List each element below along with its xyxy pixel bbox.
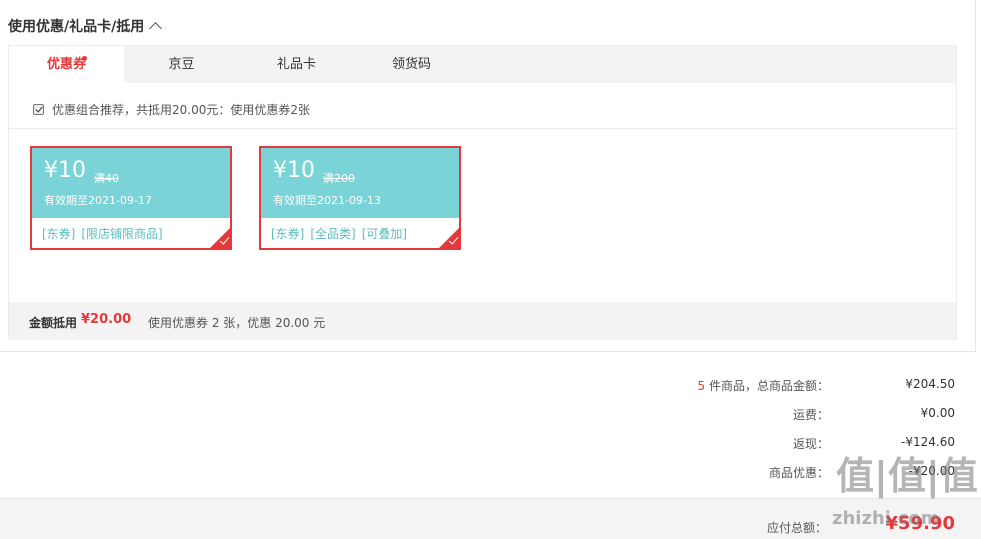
tab-gift-card[interactable]: 礼品卡	[239, 46, 354, 83]
summary-description: 使用优惠券 2 张，优惠 20.00 元	[148, 316, 326, 330]
cashback-amount: -¥124.60	[901, 435, 955, 449]
combo-text: 优惠组合推荐，共抵用20.00元：使用优惠券2张	[52, 103, 310, 117]
watermark-logo: 值|值|值 zhizhi.com	[832, 454, 978, 529]
tab-label: 领货码	[391, 57, 431, 72]
coupon-amount: ¥10	[273, 158, 315, 183]
tab-bar: 优惠券 京豆 礼品卡 领货码	[9, 46, 956, 83]
checkout-page: 使用优惠/礼品卡/抵用 优惠券 京豆 礼品卡 领货码 优惠组合推荐，共抵用20.…	[0, 0, 981, 539]
coupon-header: ¥10 满40 有效期至2021-09-17	[32, 148, 230, 218]
divider	[9, 128, 956, 129]
coupon-tag: [东券]	[42, 227, 76, 241]
section-title: 使用优惠/礼品卡/抵用	[8, 19, 145, 35]
items-amount: ¥204.50	[905, 377, 955, 391]
coupon-tag: [东券]	[271, 227, 305, 241]
coupon-card[interactable]: ¥10 满200 有效期至2021-09-13 [东券] [全品类] [可叠加]	[259, 146, 461, 250]
total-items-row: 5 件商品，总商品金额： ¥204.50	[555, 377, 955, 393]
summary-value: ¥20.00	[81, 312, 132, 327]
coupon-condition: 满40	[94, 172, 119, 185]
notification-dot-icon	[82, 56, 87, 61]
shipping-row: 运费： ¥0.00	[555, 406, 955, 422]
coupon-tag: [可叠加]	[361, 227, 408, 241]
coupon-panel: 优惠券 京豆 礼品卡 领货码 优惠组合推荐，共抵用20.00元：使用优惠券2张	[8, 45, 957, 340]
chevron-up-icon[interactable]	[149, 22, 163, 35]
coupon-amount: ¥10	[44, 158, 86, 183]
shipping-label: 运费：	[792, 408, 829, 422]
cashback-label: 返现：	[792, 437, 829, 451]
shipping-amount: ¥0.00	[920, 406, 955, 420]
coupon-tags: [东券] [限店铺限商品]	[42, 225, 169, 242]
items-label: 5 件商品，总商品金额：	[698, 377, 829, 394]
coupon-expiry: 有效期至2021-09-17	[44, 194, 152, 207]
coupon-header: ¥10 满200 有效期至2021-09-13	[261, 148, 459, 218]
coupon-tags: [东券] [全品类] [可叠加]	[271, 225, 413, 242]
watermark-text: zhizhi.com	[832, 508, 940, 529]
watermark-mark: 值|值|值	[836, 454, 978, 498]
item-count: 5	[697, 379, 706, 393]
coupon-section: 使用优惠/礼品卡/抵用 优惠券 京豆 礼品卡 领货码 优惠组合推荐，共抵用20.…	[0, 0, 976, 352]
discount-summary: 金额抵用 ¥20.00 使用优惠券 2 张，优惠 20.00 元	[9, 302, 956, 340]
tab-label: 优惠券	[46, 57, 86, 72]
tab-jingdou[interactable]: 京豆	[124, 46, 239, 83]
coupon-expiry: 有效期至2021-09-13	[273, 194, 381, 207]
tab-label: 京豆	[168, 57, 195, 72]
coupon-condition: 满200	[323, 172, 355, 185]
tab-coupons[interactable]: 优惠券	[9, 46, 124, 83]
combo-recommendation[interactable]: 优惠组合推荐，共抵用20.00元：使用优惠券2张	[33, 101, 310, 118]
payable-label: 应付总额：	[766, 521, 827, 535]
coupon-tag: [全品类]	[310, 227, 356, 241]
coupon-tag: [限店铺限商品]	[81, 227, 163, 241]
discount-label: 商品优惠：	[768, 466, 829, 480]
coupon-card[interactable]: ¥10 满40 有效期至2021-09-17 [东券] [限店铺限商品]	[30, 146, 232, 250]
summary-label: 金额抵用	[29, 316, 78, 330]
section-header[interactable]: 使用优惠/礼品卡/抵用	[8, 16, 163, 36]
checkbox-checked-icon[interactable]	[33, 104, 44, 115]
tab-label: 礼品卡	[276, 57, 316, 72]
cashback-row: 返现： -¥124.60	[555, 435, 955, 451]
items-label-text: 件商品，总商品金额：	[708, 379, 829, 393]
tab-redeem-code[interactable]: 领货码	[354, 46, 469, 83]
